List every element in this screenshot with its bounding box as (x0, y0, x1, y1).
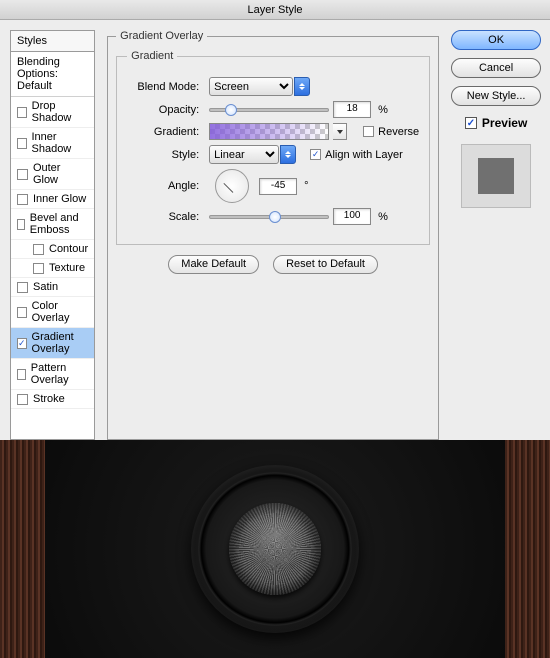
align-label: Align with Layer (325, 149, 403, 161)
degree-label: ° (304, 180, 308, 192)
style-checkbox[interactable] (33, 244, 44, 255)
style-item-satin[interactable]: Satin (11, 278, 94, 297)
wood-texture-right (505, 440, 550, 658)
style-item-drop-shadow[interactable]: Drop Shadow (11, 97, 94, 128)
settings-panel: Gradient Overlay Gradient Blend Mode: Sc… (107, 30, 439, 440)
style-label: Texture (49, 262, 85, 274)
percent-label: % (378, 211, 388, 223)
style-checkbox[interactable] (17, 394, 28, 405)
result-preview (0, 440, 550, 658)
angle-input[interactable]: -45 (259, 178, 297, 195)
style-item-contour[interactable]: Contour (11, 240, 94, 259)
style-label: Inner Shadow (32, 131, 89, 155)
dropdown-icon[interactable] (294, 77, 310, 96)
wood-texture-left (0, 440, 45, 658)
style-checkbox[interactable] (33, 263, 44, 274)
style-checkbox[interactable] (17, 369, 26, 380)
scale-slider[interactable] (209, 215, 329, 219)
reset-default-button[interactable]: Reset to Default (273, 255, 378, 274)
dropdown-icon[interactable] (280, 145, 296, 164)
preview-swatch (461, 144, 531, 208)
group-title-outer: Gradient Overlay (116, 30, 207, 42)
preview-color (478, 158, 514, 194)
style-label: Gradient Overlay (32, 331, 89, 355)
new-style-button[interactable]: New Style... (451, 86, 541, 106)
make-default-button[interactable]: Make Default (168, 255, 259, 274)
dialog-body: Styles Blending Options: Default Drop Sh… (0, 20, 550, 440)
style-item-inner-glow[interactable]: Inner Glow (11, 190, 94, 209)
style-label: Inner Glow (33, 193, 86, 205)
angle-label: Angle: (127, 180, 199, 192)
align-checkbox[interactable]: ✓ (310, 149, 321, 160)
style-label: Outer Glow (33, 162, 88, 186)
style-label: Pattern Overlay (31, 362, 88, 386)
gradient-label: Gradient: (127, 126, 199, 138)
style-item-bevel-and-emboss[interactable]: Bevel and Emboss (11, 209, 94, 240)
opacity-slider[interactable] (209, 108, 329, 112)
preview-label: Preview (482, 116, 527, 130)
preview-checkbox[interactable]: ✓ (465, 117, 477, 129)
window-title: Layer Style (0, 0, 550, 20)
style-checkbox[interactable] (17, 169, 28, 180)
opacity-label: Opacity: (127, 104, 199, 116)
style-checkbox[interactable] (17, 219, 25, 230)
styles-header[interactable]: Styles (11, 31, 94, 52)
style-label: Style: (127, 149, 199, 161)
style-label: Bevel and Emboss (30, 212, 88, 236)
style-checkbox[interactable] (17, 107, 27, 118)
group-title-inner: Gradient (127, 50, 177, 62)
style-checkbox[interactable] (17, 194, 28, 205)
style-item-stroke[interactable]: Stroke (11, 390, 94, 409)
style-item-pattern-overlay[interactable]: Pattern Overlay (11, 359, 94, 390)
style-checkbox[interactable] (17, 282, 28, 293)
style-item-gradient-overlay[interactable]: ✓ Gradient Overlay (11, 328, 94, 359)
metal-knob (229, 503, 321, 595)
opacity-input[interactable]: 18 (333, 101, 371, 118)
style-item-texture[interactable]: Texture (11, 259, 94, 278)
style-item-inner-shadow[interactable]: Inner Shadow (11, 128, 94, 159)
style-select[interactable]: Linear (209, 145, 279, 164)
styles-panel: Styles Blending Options: Default Drop Sh… (10, 30, 95, 440)
gradient-swatch[interactable] (209, 123, 329, 140)
reverse-checkbox[interactable] (363, 126, 374, 137)
style-label: Contour (49, 243, 88, 255)
style-checkbox[interactable] (17, 138, 27, 149)
reverse-label: Reverse (378, 126, 419, 138)
style-item-color-overlay[interactable]: Color Overlay (11, 297, 94, 328)
blend-mode-select[interactable]: Screen (209, 77, 293, 96)
blending-options-row[interactable]: Blending Options: Default (11, 52, 94, 97)
angle-dial[interactable] (215, 169, 249, 203)
style-label: Stroke (33, 393, 65, 405)
cancel-button[interactable]: Cancel (451, 58, 541, 78)
ok-button[interactable]: OK (451, 30, 541, 50)
style-checkbox[interactable]: ✓ (17, 338, 27, 349)
style-label: Satin (33, 281, 58, 293)
scale-label: Scale: (127, 211, 199, 223)
style-item-outer-glow[interactable]: Outer Glow (11, 159, 94, 190)
style-label: Drop Shadow (32, 100, 89, 124)
gradient-picker-arrow-icon[interactable] (333, 123, 347, 140)
blend-mode-label: Blend Mode: (127, 81, 199, 93)
style-checkbox[interactable] (17, 307, 27, 318)
percent-label: % (378, 104, 388, 116)
action-panel: OK Cancel New Style... ✓ Preview (451, 30, 541, 440)
scale-input[interactable]: 100 (333, 208, 371, 225)
style-label: Color Overlay (32, 300, 89, 324)
